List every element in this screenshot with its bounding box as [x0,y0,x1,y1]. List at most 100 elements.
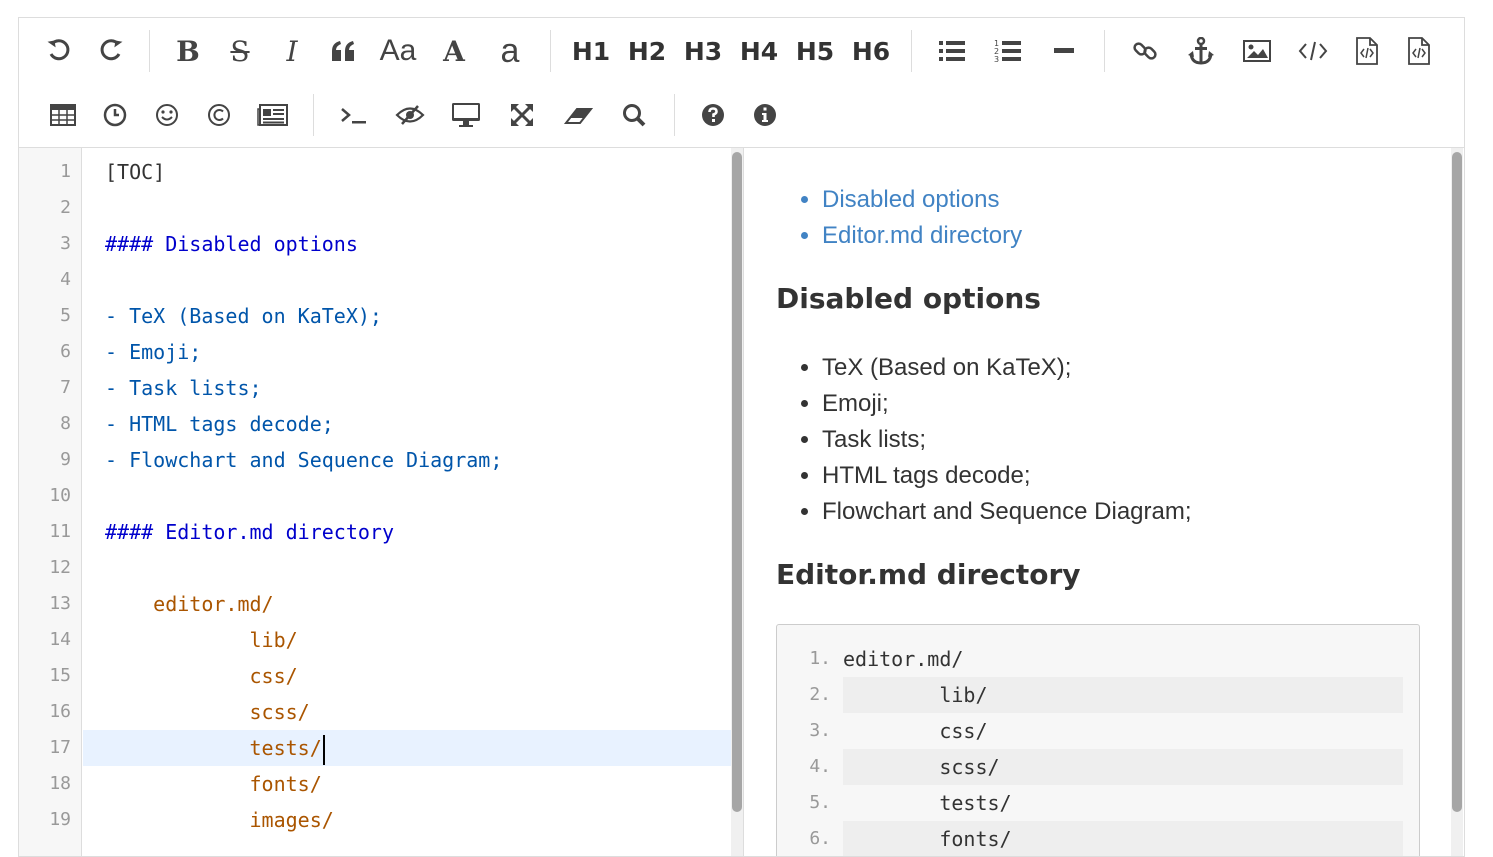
toolbar: B S I Aa A a H1 H2 H3 H4 H5 H6 123 [19,18,1464,148]
link-button[interactable] [1118,31,1172,71]
font-size-button[interactable]: Aa [371,31,425,71]
toggle-preview-button[interactable] [383,95,437,135]
clear-button[interactable] [551,95,605,135]
italic-button[interactable]: I [267,31,317,71]
line-text: #### Disabled options [105,232,358,256]
uppercase-button[interactable]: A [427,31,481,71]
list-item: Emoji; [822,386,1192,422]
anchor-button[interactable] [1174,31,1228,71]
editor-line[interactable]: 14 lib/ [19,622,741,658]
pagebreak-button[interactable] [246,95,300,135]
expand-icon [511,104,533,126]
editor-line[interactable]: 16 scss/ [19,694,741,730]
editor-scrollbar[interactable] [731,148,743,856]
watch-button[interactable] [439,95,493,135]
editor-line[interactable]: 10 [19,478,741,514]
line-text: css/ [105,664,298,688]
editor-line[interactable]: 9 - Flowchart and Sequence Diagram; [19,442,741,478]
line-text [83,262,731,298]
lowercase-icon: a [500,31,520,70]
line-number: 13 [49,593,71,614]
editor-line[interactable]: 12 [19,550,741,586]
editor-line[interactable]: 6 - Emoji; [19,334,741,370]
editor-line-active[interactable]: 17 tests/ [19,730,741,766]
copyright-icon [208,104,230,126]
editor-scrollbar-thumb[interactable] [732,152,742,812]
code-line-text: css/ [843,719,988,743]
editor-line[interactable]: 3 #### Disabled options [19,226,741,262]
code-block-button[interactable] [1342,31,1392,71]
line-number: 3 [60,233,71,254]
table-button[interactable] [38,95,88,135]
code-line-text: lib/ [843,677,1403,713]
line-number: 10 [49,485,71,506]
toc-link-editor-md-directory[interactable]: Editor.md directory [822,222,1022,249]
editor-line[interactable]: 5 - TeX (Based on KaTeX); [19,298,741,334]
code-line-text: editor.md/ [843,647,964,671]
section-heading-editor-md-directory: Editor.md directory [776,558,1081,591]
newspaper-icon [257,104,288,126]
smile-icon [156,104,178,126]
preview-scrollbar-thumb[interactable] [1452,152,1462,812]
help-button[interactable] [688,95,738,135]
code-line-number: 4. [809,756,831,777]
editor-line[interactable]: 2 [19,190,741,226]
inline-code-button[interactable] [1286,31,1340,71]
line-text: - Flowchart and Sequence Diagram; [105,448,503,472]
h4-button[interactable]: H4 [732,31,786,71]
fullscreen-button[interactable] [495,95,549,135]
datetime-button[interactable] [90,95,140,135]
line-text: lib/ [105,628,298,652]
minus-icon [1054,48,1074,53]
editor-line[interactable]: 7 - Task lists; [19,370,741,406]
goto-line-button[interactable] [327,95,381,135]
line-number: 8 [60,413,71,434]
search-button[interactable] [607,95,661,135]
redo-button[interactable] [86,31,136,71]
line-number: 6 [60,341,71,362]
editor-line[interactable]: 1 [TOC] [19,154,741,190]
code-line-number: 1. [809,648,831,669]
editor-line[interactable]: 4 [19,262,741,298]
h2-button[interactable]: H2 [620,31,674,71]
editor-line[interactable]: 15 css/ [19,658,741,694]
svg-text:3: 3 [994,55,999,64]
unordered-list-button[interactable] [925,31,979,71]
image-button[interactable] [1230,31,1284,71]
undo-button[interactable] [34,31,84,71]
h1-button[interactable]: H1 [564,31,618,71]
editor-line[interactable]: 11 #### Editor.md directory [19,514,741,550]
lowercase-button[interactable]: a [483,31,537,71]
editor-line[interactable]: 13 editor.md/ [19,586,741,622]
desktop-icon [452,103,480,127]
quote-button[interactable] [319,31,369,71]
info-button[interactable] [740,95,790,135]
clock-icon [103,103,127,127]
ordered-list-button[interactable]: 123 [981,31,1035,71]
list-item: Task lists; [822,422,1192,458]
preformatted-text-button[interactable] [1394,31,1444,71]
editor-line[interactable]: 8 - HTML tags decode; [19,406,741,442]
h3-button[interactable]: H3 [676,31,730,71]
editor-line[interactable]: 18 fonts/ [19,766,741,802]
table-icon [50,104,76,126]
emoji-button[interactable] [142,95,192,135]
search-icon [623,104,646,127]
code-line-number: 3. [809,720,831,741]
code-icon [1298,41,1328,61]
strikethrough-button[interactable]: S [215,31,265,71]
line-text: [TOC] [105,160,166,184]
html-entities-button[interactable] [194,95,244,135]
toc-item: Editor.md directory [822,218,1022,254]
preview-scrollbar[interactable] [1451,148,1463,856]
code-block-line: 3. css/ [777,713,1419,749]
h5-button[interactable]: H5 [788,31,842,71]
toc-link-disabled-options[interactable]: Disabled options [822,186,999,213]
h6-button[interactable]: H6 [844,31,898,71]
line-number: 12 [49,557,71,578]
horizontal-rule-button[interactable] [1037,31,1091,71]
code-editor-pane[interactable]: 1 [TOC] 2 3 #### Disabled options 4 5 - TeX… [19,148,741,856]
bold-button[interactable]: B [163,31,213,71]
editor-line[interactable]: 19 images/ [19,802,741,838]
toolbar-divider [313,94,314,136]
